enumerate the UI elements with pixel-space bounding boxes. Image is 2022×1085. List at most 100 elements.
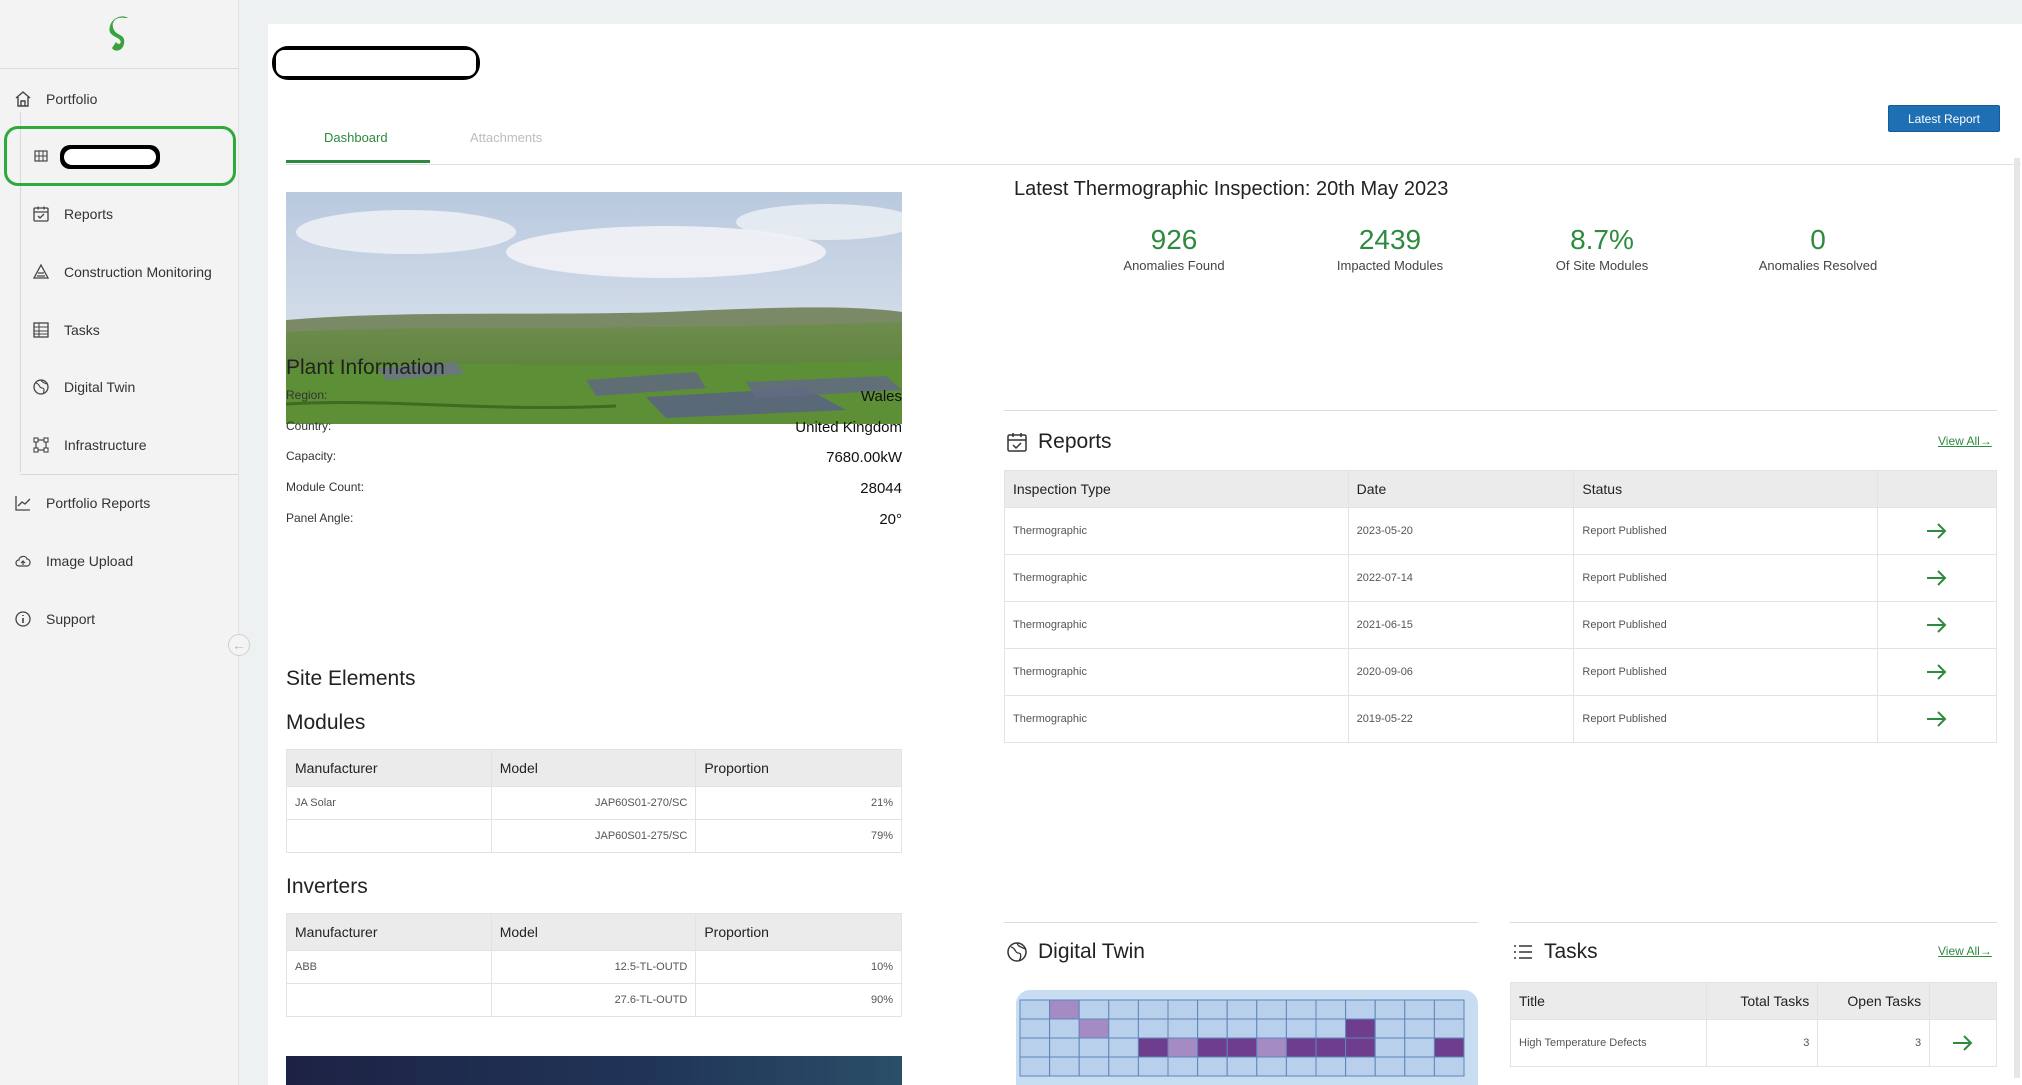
twin-cell[interactable] [1197, 999, 1228, 1020]
sidebar-item-reports[interactable]: Reports [32, 199, 113, 229]
sidebar-item-portfolio[interactable]: Portfolio [14, 84, 97, 114]
digital-twin-map[interactable] [1016, 990, 1478, 1085]
arrow-left-icon: ← [232, 637, 246, 653]
twin-cell[interactable] [1404, 1056, 1435, 1077]
twin-cell[interactable] [1404, 999, 1435, 1020]
table-row[interactable]: High Temperature Defects 3 3 [1510, 1019, 1997, 1067]
twin-cell[interactable] [1019, 1056, 1051, 1077]
table-row[interactable]: Thermographic 2022-07-14 Report Publishe… [1004, 554, 1997, 602]
twin-cell[interactable] [1374, 1018, 1406, 1039]
table-row[interactable]: Thermographic 2023-05-20 Report Publishe… [1004, 507, 1997, 555]
reports-view-all-link[interactable]: View All→ [1938, 434, 1992, 448]
twin-cell[interactable] [1049, 1056, 1080, 1077]
twin-cell[interactable] [1108, 1056, 1139, 1077]
twin-cell[interactable] [1433, 1056, 1465, 1077]
twin-cell[interactable] [1345, 1056, 1376, 1077]
sidebar-item-construction-monitoring[interactable]: Construction Monitoring [32, 257, 212, 287]
arrow-right-icon[interactable] [1924, 568, 1950, 588]
twin-cell[interactable] [1137, 1018, 1169, 1039]
twin-cell[interactable] [1197, 1037, 1228, 1058]
twin-cell[interactable] [1315, 1056, 1347, 1077]
twin-cell[interactable] [1404, 1037, 1435, 1058]
cell-model: 27.6-TL-OUTD [490, 983, 697, 1017]
table-row[interactable]: Thermographic 2019-05-22 Report Publishe… [1004, 695, 1997, 743]
twin-cell[interactable] [1019, 1037, 1051, 1058]
twin-cell[interactable] [1226, 1018, 1258, 1039]
arrow-right-icon[interactable] [1924, 615, 1950, 635]
twin-cell[interactable] [1108, 1037, 1139, 1058]
redaction-mark [272, 46, 480, 80]
twin-cell[interactable] [1108, 999, 1139, 1020]
twin-cell[interactable] [1137, 999, 1169, 1020]
logo-icon[interactable] [104, 12, 134, 56]
twin-cell[interactable] [1078, 1037, 1110, 1058]
twin-cell[interactable] [1049, 1037, 1080, 1058]
twin-cell[interactable] [1256, 1018, 1287, 1039]
twin-cell[interactable] [1285, 1056, 1317, 1077]
sidebar-item-support[interactable]: Support [14, 604, 95, 634]
twin-cell[interactable] [1345, 1018, 1376, 1039]
tasks-view-all-link[interactable]: View All→ [1938, 944, 1992, 958]
twin-cell[interactable] [1256, 1037, 1287, 1058]
sidebar-item-infrastructure[interactable]: Infrastructure [32, 430, 146, 460]
table-header-row: Manufacturer Model Proportion [286, 913, 902, 951]
twin-cell[interactable] [1197, 1018, 1228, 1039]
scrollbar[interactable] [2014, 158, 2020, 1078]
twin-cell[interactable] [1019, 1018, 1051, 1039]
twin-cell[interactable] [1108, 1018, 1139, 1039]
twin-cell[interactable] [1137, 1037, 1169, 1058]
twin-cell[interactable] [1226, 999, 1258, 1020]
twin-cell[interactable] [1167, 1018, 1199, 1039]
arrow-right-icon[interactable] [1924, 521, 1950, 541]
arrow-right-icon[interactable] [1924, 662, 1950, 682]
arrow-right-icon[interactable] [1924, 709, 1950, 729]
twin-cell[interactable] [1433, 1018, 1465, 1039]
twin-cell[interactable] [1315, 1018, 1347, 1039]
twin-cell[interactable] [1049, 1018, 1080, 1039]
twin-cell[interactable] [1374, 1037, 1406, 1058]
kpi-value: 8.7% [1570, 224, 1634, 255]
twin-cell[interactable] [1433, 999, 1465, 1020]
twin-cell[interactable] [1285, 1037, 1317, 1058]
sidebar-item-tasks[interactable]: Tasks [32, 315, 100, 345]
twin-cell[interactable] [1167, 1037, 1199, 1058]
twin-cell[interactable] [1167, 999, 1199, 1020]
twin-cell[interactable] [1315, 999, 1347, 1020]
collapse-sidebar-button[interactable]: ← [228, 634, 250, 656]
twin-cell[interactable] [1137, 1056, 1169, 1077]
twin-cell[interactable] [1078, 1018, 1110, 1039]
cell-model: 12.5-TL-OUTD [490, 950, 697, 984]
twin-cell[interactable] [1404, 1018, 1435, 1039]
table-row[interactable]: Thermographic 2020-09-06 Report Publishe… [1004, 648, 1997, 696]
twin-cell[interactable] [1374, 999, 1406, 1020]
column-header: Proportion [695, 913, 902, 951]
twin-cell[interactable] [1019, 999, 1051, 1020]
arrow-right-icon[interactable] [1950, 1033, 1976, 1053]
tab-dashboard[interactable]: Dashboard [324, 130, 388, 145]
table-row[interactable]: Thermographic 2021-06-15 Report Publishe… [1004, 601, 1997, 649]
sidebar-item-digital-twin[interactable]: Digital Twin [32, 372, 135, 402]
twin-cell[interactable] [1345, 999, 1376, 1020]
twin-cell[interactable] [1256, 999, 1287, 1020]
twin-cell[interactable] [1285, 1018, 1317, 1039]
twin-cell[interactable] [1078, 1056, 1110, 1077]
table-header-row: Manufacturer Model Proportion [286, 749, 902, 787]
twin-cell[interactable] [1433, 1037, 1465, 1058]
twin-cell[interactable] [1167, 1056, 1199, 1077]
twin-cell[interactable] [1374, 1056, 1406, 1077]
sidebar-item-image-upload[interactable]: Image Upload [14, 546, 133, 576]
twin-cell[interactable] [1197, 1056, 1228, 1077]
latest-report-button[interactable]: Latest Report [1888, 105, 2000, 132]
tab-attachments[interactable]: Attachments [470, 130, 542, 145]
twin-cell[interactable] [1226, 1056, 1258, 1077]
twin-cell[interactable] [1285, 999, 1317, 1020]
twin-cell[interactable] [1345, 1037, 1376, 1058]
inverters-table: Manufacturer Model Proportion ABB 12.5-T… [286, 913, 902, 1017]
twin-cell[interactable] [1226, 1037, 1258, 1058]
sidebar-item-portfolio-reports[interactable]: Portfolio Reports [14, 488, 150, 518]
twin-cell[interactable] [1049, 999, 1080, 1020]
twin-cell[interactable] [1315, 1037, 1347, 1058]
twin-cell[interactable] [1256, 1056, 1287, 1077]
promo-card[interactable] [286, 1056, 902, 1085]
twin-cell[interactable] [1078, 999, 1110, 1020]
